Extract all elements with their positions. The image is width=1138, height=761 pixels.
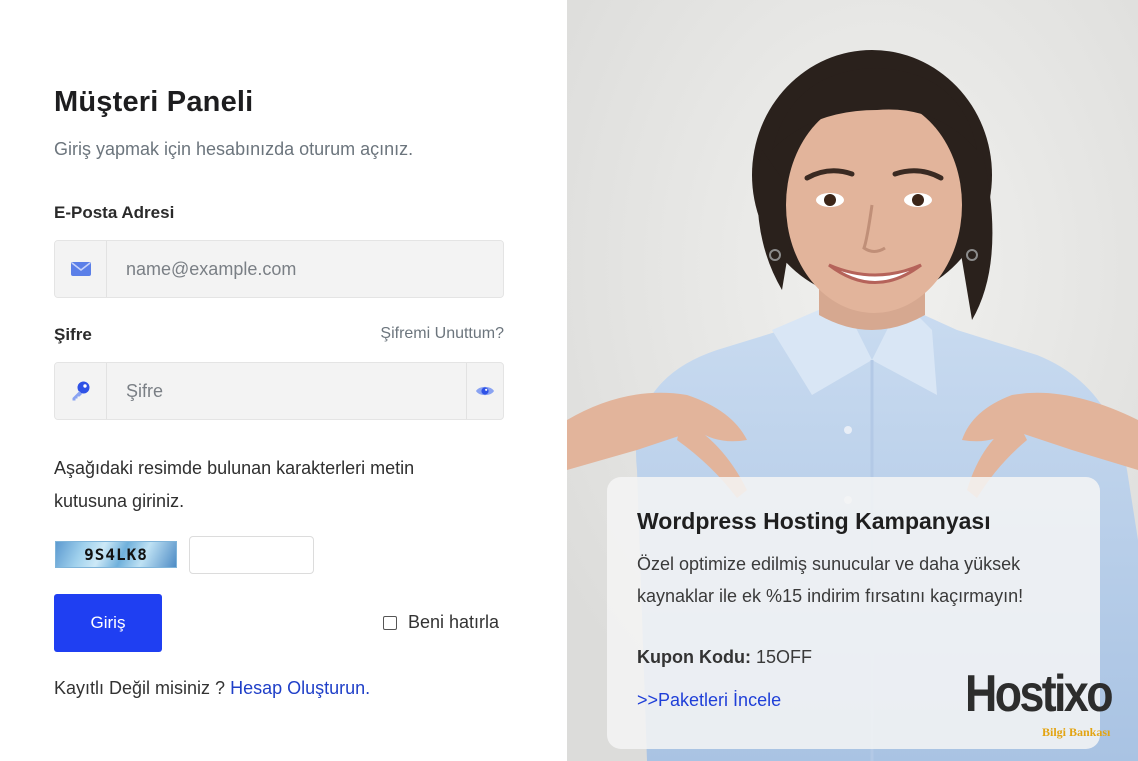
captcha-code: 9S4LK8 — [84, 545, 148, 564]
promo-description: Özel optimize edilmiş sunucular ve daha … — [637, 554, 1024, 606]
logo-subtitle: Bilgi Bankası — [1042, 725, 1111, 739]
brand-logo: Hostixo Bilgi Bankası — [965, 664, 1125, 744]
page-title: Müşteri Paneli — [54, 86, 254, 118]
remember-label: Beni hatırla — [408, 612, 500, 632]
captcha-input[interactable] — [189, 536, 314, 574]
key-icon — [55, 363, 107, 419]
password-field[interactable] — [107, 363, 466, 419]
envelope-icon — [55, 241, 107, 297]
captcha-instructions: Aşağıdaki resimde bulunan karakterleri m… — [54, 458, 415, 511]
email-field[interactable] — [107, 241, 503, 297]
remember-me-toggle[interactable]: Beni hatırla — [383, 612, 499, 633]
logo-text: Hostixo — [965, 665, 1114, 723]
password-input-group — [54, 362, 504, 420]
coupon-label: Kupon Kodu: — [637, 647, 751, 667]
packages-link[interactable]: >>Paketleri İncele — [637, 690, 781, 711]
eye-icon[interactable] — [466, 363, 503, 419]
register-link[interactable]: Hesap Oluşturun. — [230, 678, 370, 698]
register-text: Kayıtlı Değil misiniz ? — [54, 678, 226, 698]
coupon-code: 15OFF — [755, 647, 812, 667]
promo-title: Wordpress Hosting Kampanyası — [637, 508, 991, 534]
coupon-line: Kupon Kodu: 15OFF — [637, 647, 812, 668]
promo-panel: Wordpress Hosting Kampanyası Özel optimi… — [567, 0, 1138, 761]
password-label: Şifre — [54, 325, 92, 344]
captcha-image: 9S4LK8 — [55, 541, 177, 568]
page-subtitle: Giriş yapmak için hesabınızda oturum açı… — [54, 139, 414, 159]
remember-checkbox[interactable] — [383, 615, 397, 630]
forgot-password-link[interactable]: Şifremi Unuttum? — [372, 325, 504, 343]
register-prompt: Kayıtlı Değil misiniz ? Hesap Oluşturun. — [54, 678, 370, 699]
email-input-group — [54, 240, 504, 298]
login-panel: Müşteri Paneli Giriş yapmak için hesabın… — [0, 0, 567, 761]
login-button[interactable]: Giriş — [54, 594, 162, 652]
email-label: E-Posta Adresi — [54, 203, 175, 222]
